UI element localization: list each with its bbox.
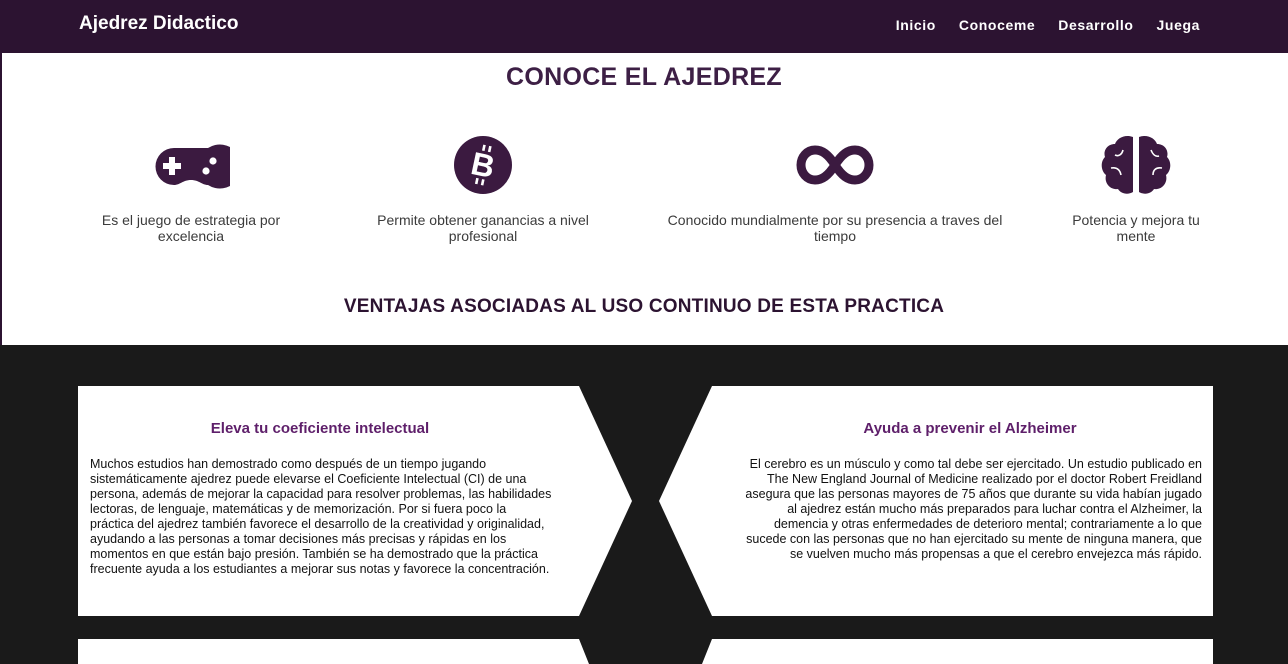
feature-text: Es el juego de estrategia por excelencia — [101, 212, 281, 244]
nav-link-conoceme[interactable]: Conoceme — [959, 17, 1035, 33]
card-title: Eleva tu coeficiente intelectual — [210, 420, 430, 437]
feature-text: Permite obtener ganancias a nivel profes… — [377, 212, 589, 244]
nav-link-inicio[interactable]: Inicio — [896, 17, 936, 33]
infinity-icon — [796, 145, 874, 185]
feature-text: Conocido mundialmente por su presencia a… — [667, 212, 1003, 244]
section-title: CONOCE EL AJEDREZ — [506, 63, 782, 91]
nav-links: Inicio Conoceme Desarrollo Juega — [896, 17, 1200, 33]
bitcoin-icon: B — [454, 136, 512, 194]
feature-item: Potencia y mejora tu mente — [1066, 135, 1206, 244]
card-title: Ayuda a prevenir el Alzheimer — [863, 420, 1077, 437]
advantages-section: Eleva tu coeficiente intelectual Muchos … — [0, 345, 1288, 664]
card-shape — [702, 639, 1213, 664]
nav-link-desarrollo[interactable]: Desarrollo — [1058, 17, 1133, 33]
brain-icon — [1101, 135, 1171, 194]
navbar: Ajedrez Didactico Inicio Conoceme Desarr… — [0, 0, 1288, 53]
card-text: El cerebro es un músculo y como tal debe… — [745, 457, 1202, 561]
card-text: Muchos estudios han demostrado como desp… — [90, 457, 552, 576]
feature-text: Potencia y mejora tu mente — [1072, 212, 1200, 244]
brand-logo-link[interactable]: Ajedrez Didactico — [79, 13, 238, 35]
feature-item: B Permite obtener ganancias a nivel prof… — [369, 135, 597, 244]
card-shape — [78, 639, 589, 664]
gamepad-icon — [155, 144, 230, 189]
feature-item: Es el juego de estrategia por excelencia — [92, 135, 290, 244]
nav-link-juega[interactable]: Juega — [1157, 17, 1200, 33]
section-subtitle: VENTAJAS ASOCIADAS AL USO CONTINUO DE ES… — [343, 296, 945, 317]
feature-item: Conocido mundialmente por su presencia a… — [660, 135, 1010, 244]
